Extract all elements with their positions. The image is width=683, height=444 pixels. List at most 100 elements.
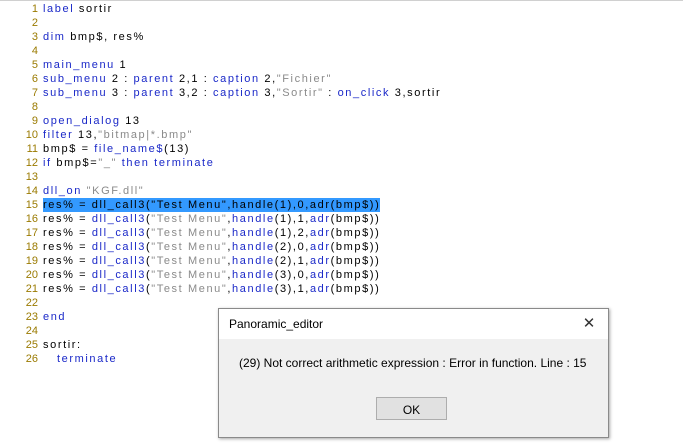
code-token: adr xyxy=(309,269,331,281)
code-text[interactable]: end xyxy=(43,310,66,324)
code-line[interactable]: 5 main_menu 1 xyxy=(0,58,683,72)
code-line[interactable]: 16 res% = dll_call3("Test Menu",handle(1)… xyxy=(0,212,683,226)
code-line[interactable]: 9 open_dialog 13 xyxy=(0,114,683,128)
code-line[interactable]: 3 dim bmp$, res% xyxy=(0,30,683,44)
code-token: if xyxy=(43,157,57,169)
code-token: (3),1, xyxy=(274,283,310,295)
line-number: 17 xyxy=(25,227,38,239)
code-line[interactable]: 10 filter 13,"bitmap|*.bmp" xyxy=(0,128,683,142)
code-line[interactable]: 8 xyxy=(0,100,683,114)
code-text[interactable]: sub_menu 3 : parent 3,2 : caption 3,"Sor… xyxy=(43,86,441,100)
code-line[interactable]: 6 sub_menu 2 : parent 2,1 : caption 2,"Fi… xyxy=(0,72,683,86)
code-token: res% = xyxy=(43,255,92,267)
line-number: 9 xyxy=(31,115,38,127)
line-number: 13 xyxy=(25,171,38,183)
code-line[interactable]: 2 xyxy=(0,16,683,30)
line-number: 2 xyxy=(31,17,38,29)
code-token: bmp$, res% xyxy=(70,31,145,43)
code-text[interactable]: res% = dll_call3("Test Menu",handle(1),2… xyxy=(43,226,380,240)
code-text[interactable]: open_dialog 13 xyxy=(43,114,141,128)
code-token: dll_call3 xyxy=(91,283,146,295)
code-text[interactable]: main_menu 1 xyxy=(43,58,127,72)
line-number: 21 xyxy=(25,283,38,295)
code-token: (3),0, xyxy=(274,269,310,281)
line-number: 6 xyxy=(31,73,38,85)
code-line[interactable]: 7 sub_menu 3 : parent 3,2 : caption 3,"So… xyxy=(0,86,683,100)
code-token: res% = dll_call3("Test Menu",handle(1),0… xyxy=(43,199,381,211)
dialog-title: Panoramic_editor xyxy=(229,317,324,331)
code-token: 3, xyxy=(264,87,277,99)
code-token: 13 xyxy=(125,115,141,127)
dialog-title-bar[interactable]: Panoramic_editor ✕ xyxy=(219,309,608,339)
code-line[interactable]: 14 dll_on "KGF.dll" xyxy=(0,184,683,198)
code-token: sub_menu xyxy=(43,73,112,85)
code-token: sortir xyxy=(78,3,113,15)
code-line[interactable]: 15 res% = dll_call3("Test Menu",handle(1)… xyxy=(0,198,683,212)
code-token: "Sortir" xyxy=(276,87,324,99)
code-token: adr xyxy=(309,255,331,267)
dialog-body: (29) Not correct arithmetic expression :… xyxy=(219,339,608,437)
code-line[interactable]: 19 res% = dll_call3("Test Menu",handle(2)… xyxy=(0,254,683,268)
code-line[interactable]: 20 res% = dll_call3("Test Menu",handle(3)… xyxy=(0,268,683,282)
code-token: dll_call3 xyxy=(91,213,146,225)
code-text[interactable]: dll_on "KGF.dll" xyxy=(43,184,144,198)
code-line[interactable]: 21 res% = dll_call3("Test Menu",handle(3)… xyxy=(0,282,683,296)
line-number: 18 xyxy=(25,241,38,253)
code-text[interactable]: res% = dll_call3("Test Menu",handle(2),1… xyxy=(43,254,380,268)
line-number: 23 xyxy=(25,311,38,323)
code-text[interactable]: sub_menu 2 : parent 2,1 : caption 2,"Fic… xyxy=(43,72,332,86)
line-number: 16 xyxy=(25,213,38,225)
code-token: 3 : xyxy=(111,87,134,99)
error-dialog: Panoramic_editor ✕ (29) Not correct arit… xyxy=(218,308,609,438)
code-text[interactable]: terminate xyxy=(43,352,117,366)
code-token: (bmp$)) xyxy=(330,241,381,253)
code-token: main_menu xyxy=(43,59,120,71)
code-line[interactable]: 4 xyxy=(0,44,683,58)
code-token: "Fichier" xyxy=(276,73,332,85)
code-token: (13) xyxy=(164,143,191,155)
code-token: then terminate xyxy=(117,157,215,169)
code-text[interactable]: res% = dll_call3("Test Menu",handle(2),0… xyxy=(43,240,380,254)
ok-button[interactable]: OK xyxy=(376,397,447,420)
code-token: 13, xyxy=(78,129,99,141)
selected-code-text[interactable]: res% = dll_call3("Test Menu",handle(1),0… xyxy=(43,198,381,212)
code-line[interactable]: 11 bmp$ = file_name$(13) xyxy=(0,142,683,156)
code-token: 2 : xyxy=(111,73,134,85)
code-token: adr xyxy=(309,283,331,295)
code-text[interactable]: if bmp$="_" then terminate xyxy=(43,156,214,170)
code-text[interactable]: res% = dll_call3("Test Menu",handle(1),1… xyxy=(43,212,380,226)
code-text[interactable]: bmp$ = file_name$(13) xyxy=(43,142,190,156)
code-line[interactable]: 18 res% = dll_call3("Test Menu",handle(2)… xyxy=(0,240,683,254)
code-text[interactable]: filter 13,"bitmap|*.bmp" xyxy=(43,128,193,142)
line-number: 26 xyxy=(25,353,38,365)
code-text[interactable]: res% = dll_call3("Test Menu",handle(3),1… xyxy=(43,282,380,296)
code-token: dll_call3 xyxy=(91,255,146,267)
code-text[interactable]: sortir: xyxy=(43,338,82,352)
line-number: 19 xyxy=(25,255,38,267)
code-token: parent xyxy=(133,73,179,85)
code-token: 3,sortir xyxy=(394,87,442,99)
code-token: filter xyxy=(43,129,79,141)
code-token: "Test Menu" xyxy=(151,213,228,225)
line-number: 11 xyxy=(26,143,38,155)
code-line[interactable]: 12 if bmp$="_" then terminate xyxy=(0,156,683,170)
code-token: (bmp$)) xyxy=(330,227,381,239)
error-message: (29) Not correct arithmetic expression :… xyxy=(239,356,587,370)
code-line[interactable]: 1 label sortir xyxy=(0,2,683,16)
code-line[interactable]: 13 xyxy=(0,170,683,184)
code-token: 2, xyxy=(264,73,277,85)
line-number: 20 xyxy=(25,269,38,281)
code-token: (1),1, xyxy=(274,213,310,225)
code-token: 3,2 : xyxy=(178,87,214,99)
code-line[interactable]: 17 res% = dll_call3("Test Menu",handle(1)… xyxy=(0,226,683,240)
code-token: handle xyxy=(232,283,275,295)
code-token: res% = xyxy=(43,213,92,225)
code-token: "Test Menu" xyxy=(151,283,228,295)
code-text[interactable]: dim bmp$, res% xyxy=(43,30,145,44)
code-text[interactable]: label sortir xyxy=(43,2,113,16)
code-text[interactable]: res% = dll_call3("Test Menu",handle(3),0… xyxy=(43,268,380,282)
code-token: "Test Menu" xyxy=(151,227,228,239)
code-token: handle xyxy=(232,241,275,253)
code-token: (bmp$)) xyxy=(330,213,381,225)
close-icon[interactable]: ✕ xyxy=(578,314,600,334)
